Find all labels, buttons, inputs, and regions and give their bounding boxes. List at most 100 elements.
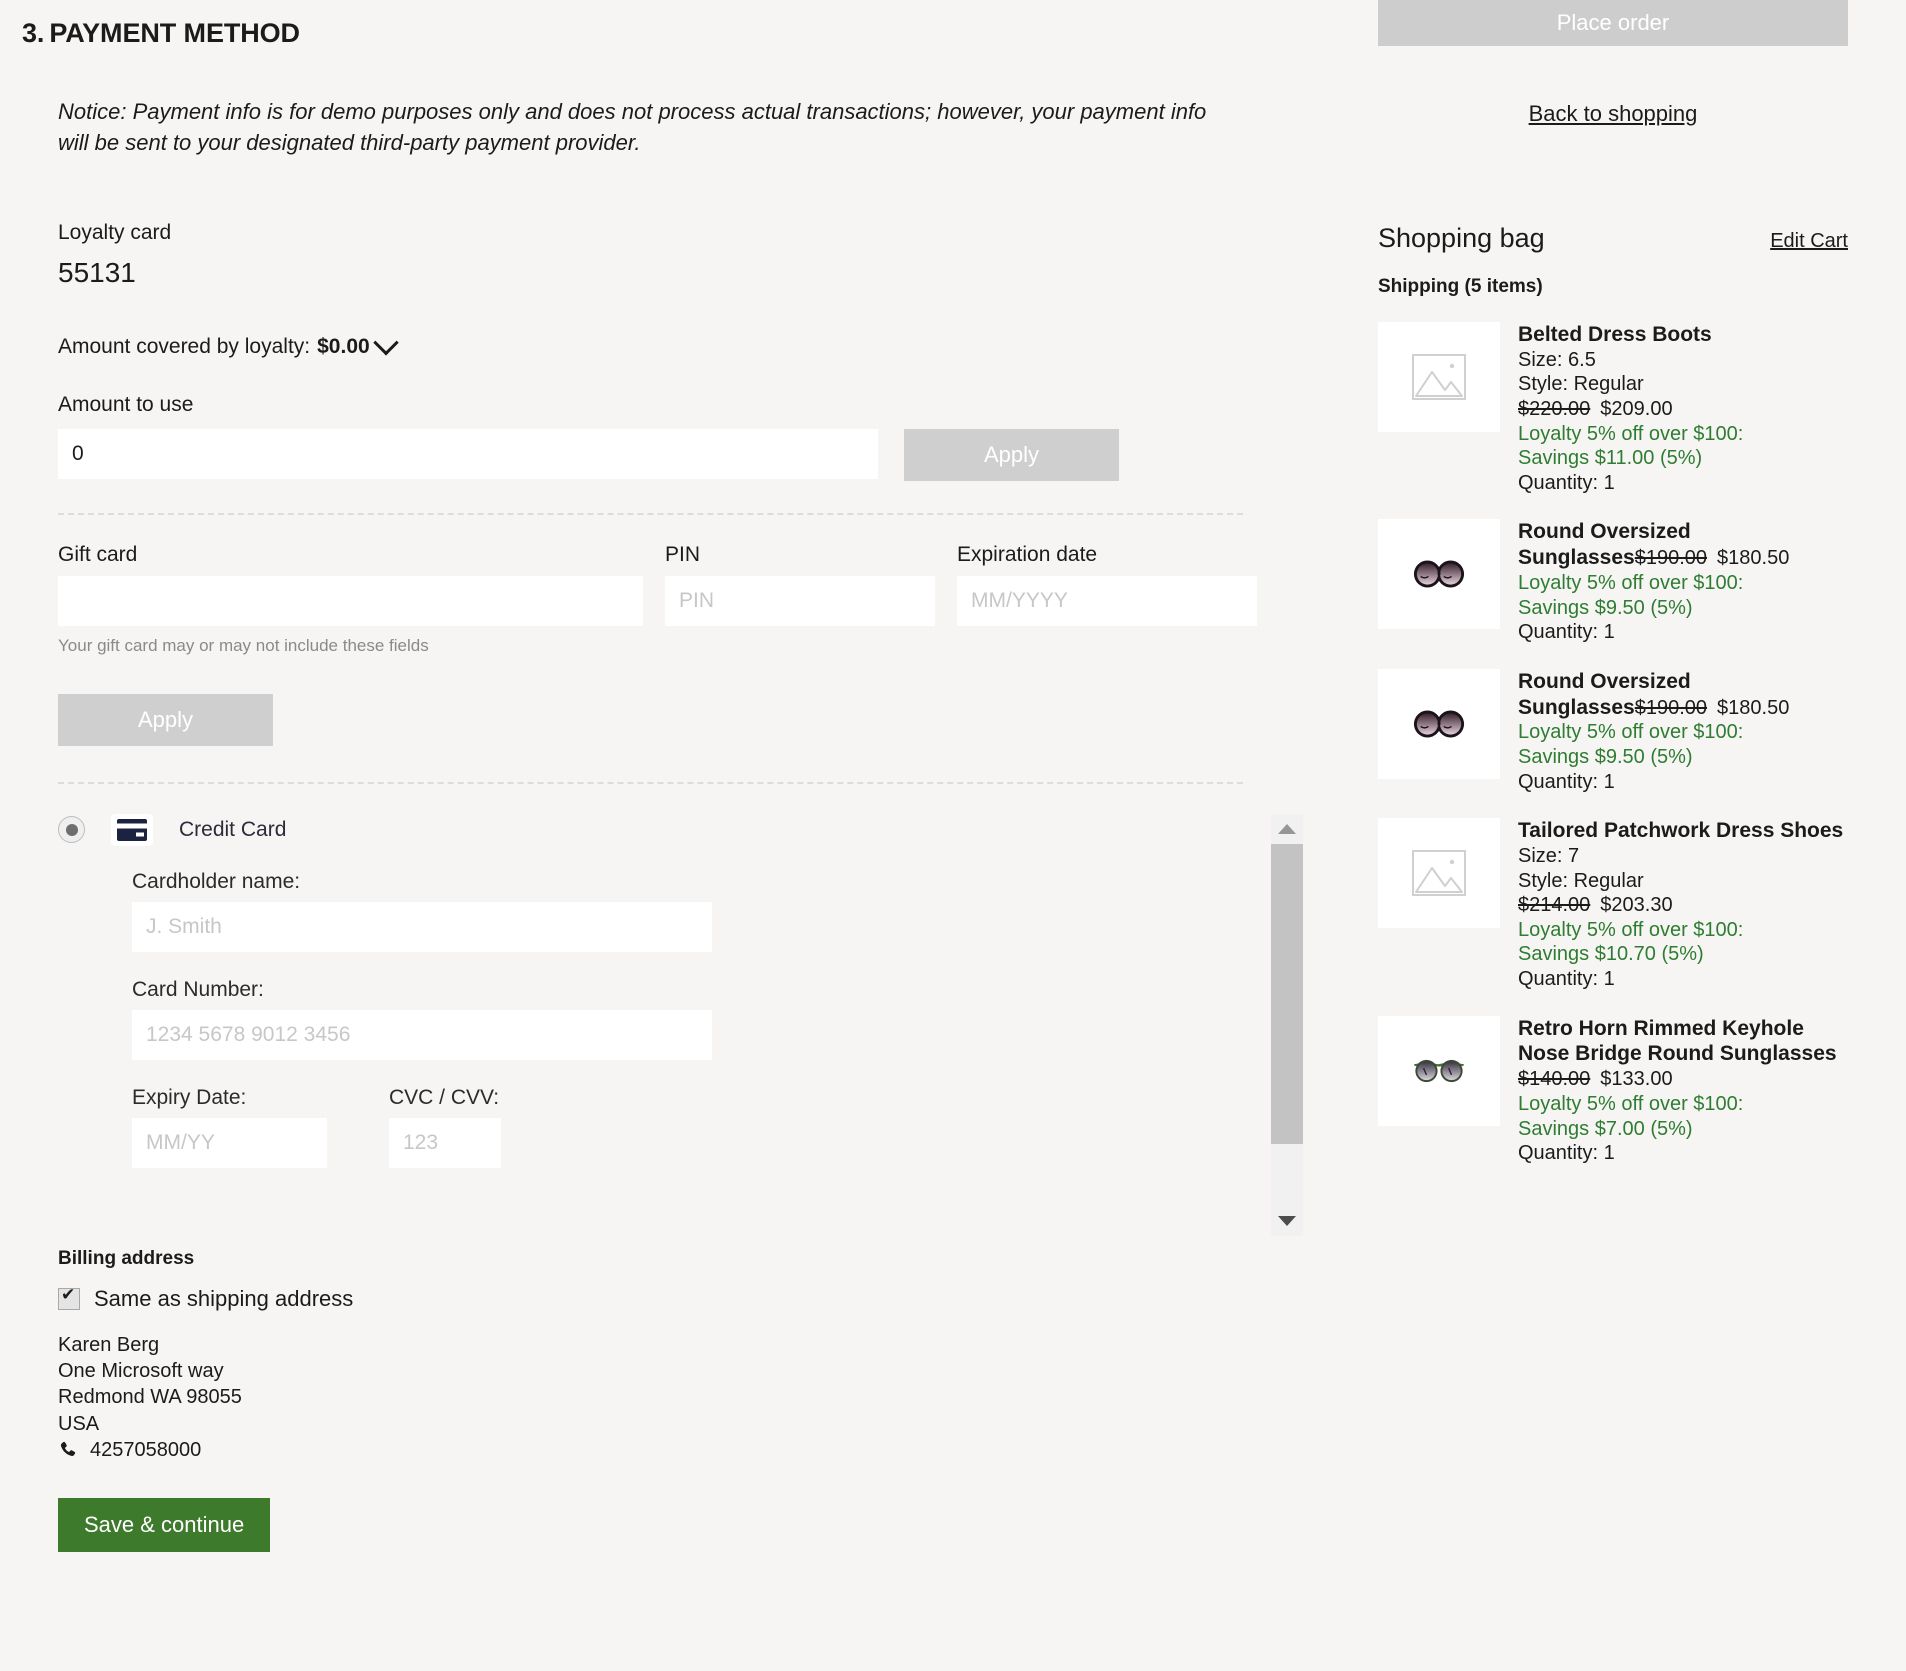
expiry-date-group: Expiry Date:: [132, 1086, 327, 1168]
credit-card-option-label: Credit Card: [179, 818, 286, 842]
scroll-up-arrow-icon[interactable]: [1278, 824, 1296, 834]
cart-item-price-new: $180.50: [1717, 547, 1789, 569]
page-title: 3.PAYMENT METHOD: [0, 0, 1300, 49]
save-and-continue-button[interactable]: Save & continue: [58, 1498, 270, 1552]
amount-covered-label: Amount covered by loyalty:: [58, 335, 310, 359]
billing-phone-row: 4257058000: [58, 1437, 1300, 1463]
same-as-shipping-label: Same as shipping address: [94, 1286, 353, 1312]
loyalty-apply-button[interactable]: Apply: [904, 429, 1119, 481]
section-number: 3.: [22, 18, 44, 48]
card-number-input[interactable]: [132, 1010, 712, 1060]
same-as-shipping-checkbox[interactable]: [58, 1288, 80, 1310]
cart-item: Round Oversized Sunglasses$190.00$180.50…: [1378, 519, 1848, 644]
shopping-bag-header: Shopping bag Edit Cart: [1378, 223, 1848, 254]
cart-item-price-new: $203.30: [1600, 894, 1672, 916]
billing-name: Karen Berg: [58, 1332, 1300, 1358]
expiry-cvc-row: Expiry Date: CVC / CVV:: [132, 1086, 1243, 1168]
shopping-bag-title: Shopping bag: [1378, 223, 1545, 254]
cart-item-price-new: $133.00: [1600, 1068, 1672, 1090]
cvc-label: CVC / CVV:: [389, 1086, 501, 1110]
cart-item-savings-line: Savings $10.70 (5%): [1518, 942, 1843, 967]
cart-item-savings-line: Savings $9.50 (5%): [1518, 745, 1848, 770]
amount-to-use-row: Apply: [58, 429, 1300, 481]
gift-card-apply-button[interactable]: Apply: [58, 694, 273, 746]
billing-address-title: Billing address: [58, 1248, 1300, 1270]
cart-item-price-old: $140.00: [1518, 1068, 1590, 1090]
cart-item-name: Belted Dress Boots: [1518, 322, 1743, 348]
image-placeholder-icon: [1412, 354, 1466, 400]
checkout-payment-page: 3.PAYMENT METHOD Notice: Payment info is…: [0, 0, 1906, 1671]
gift-card-pin-input[interactable]: [665, 576, 935, 626]
place-order-button[interactable]: Place order: [1378, 0, 1848, 46]
cart-item-loyalty-line: Loyalty 5% off over $100:: [1518, 918, 1843, 943]
billing-city-state-zip: Redmond WA 98055: [58, 1384, 1300, 1410]
cart-item-style: Style: Regular: [1518, 869, 1843, 894]
gift-card-input[interactable]: [58, 576, 643, 626]
credit-card-option-row[interactable]: Credit Card: [58, 814, 1243, 846]
amount-covered-value: $0.00: [317, 335, 370, 359]
divider-giftcard-creditcard: [58, 782, 1243, 784]
chevron-down-icon[interactable]: [373, 330, 398, 355]
round-oversized-sunglasses-image: [1412, 551, 1466, 597]
billing-street: One Microsoft way: [58, 1358, 1300, 1384]
back-to-shopping-link[interactable]: Back to shopping: [1378, 101, 1848, 127]
expiry-date-input[interactable]: [132, 1118, 327, 1168]
gift-card-field-group: Gift card: [58, 543, 643, 626]
cart-item-price-row: $220.00$209.00: [1518, 397, 1743, 422]
cart-item-loyalty-line: Loyalty 5% off over $100:: [1518, 720, 1848, 745]
payment-methods-scrollbar[interactable]: [1271, 814, 1303, 1236]
credit-card-radio[interactable]: [58, 816, 85, 843]
cart-item-price-old: $190.00: [1635, 697, 1707, 719]
payment-method-column: 3.PAYMENT METHOD Notice: Payment info is…: [0, 0, 1300, 1552]
payment-notice: Notice: Payment info is for demo purpose…: [58, 97, 1238, 159]
same-as-shipping-row[interactable]: Same as shipping address: [58, 1286, 1300, 1312]
scroll-down-arrow-icon[interactable]: [1278, 1216, 1296, 1226]
cart-items-list: Belted Dress BootsSize: 6.5Style: Regula…: [1378, 322, 1848, 1166]
loyalty-card-label: Loyalty card: [58, 221, 1300, 245]
cart-item-quantity: Quantity: 1: [1518, 471, 1743, 496]
cart-item-info: Round Oversized Sunglasses$190.00$180.50…: [1518, 519, 1848, 644]
gift-card-expiration-label: Expiration date: [957, 543, 1257, 567]
gift-card-pin-group: PIN: [665, 543, 935, 626]
cart-item-quantity: Quantity: 1: [1518, 770, 1848, 795]
cart-item-name-and-price: Round Oversized Sunglasses$190.00$180.50: [1518, 519, 1848, 571]
cart-item-price-row: $214.00$203.30: [1518, 893, 1843, 918]
expiry-date-label: Expiry Date:: [132, 1086, 327, 1110]
shipping-items-count: Shipping (5 items): [1378, 276, 1848, 298]
gift-card-expiration-group: Expiration date: [957, 543, 1257, 626]
cvc-group: CVC / CVV:: [389, 1086, 501, 1168]
cart-item-loyalty-line: Loyalty 5% off over $100:: [1518, 1092, 1848, 1117]
amount-covered-row[interactable]: Amount covered by loyalty: $0.00: [58, 335, 1300, 359]
cart-item-savings-line: Savings $7.00 (5%): [1518, 1117, 1848, 1142]
amount-to-use-input[interactable]: [58, 429, 878, 479]
cvc-input[interactable]: [389, 1118, 501, 1168]
cart-item-name: Retro Horn Rimmed Keyhole Nose Bridge Ro…: [1518, 1016, 1848, 1068]
scrollbar-thumb[interactable]: [1271, 844, 1303, 1144]
cardholder-name-input[interactable]: [132, 902, 712, 952]
cart-item-thumbnail: [1378, 519, 1500, 629]
cart-item-price-new: $180.50: [1717, 697, 1789, 719]
cart-item-thumbnail: [1378, 322, 1500, 432]
order-summary-column: Place order Back to shopping Shopping ba…: [1378, 0, 1848, 1166]
cart-item-quantity: Quantity: 1: [1518, 1141, 1848, 1166]
cart-item-savings-line: Savings $9.50 (5%): [1518, 596, 1848, 621]
cart-item-price-row: $140.00 $133.00: [1518, 1067, 1848, 1092]
loyalty-card-section: Loyalty card 55131 Amount covered by loy…: [58, 221, 1300, 481]
edit-cart-link[interactable]: Edit Cart: [1770, 230, 1848, 253]
cart-item-info: Round Oversized Sunglasses$190.00$180.50…: [1518, 669, 1848, 794]
cart-item-info: Belted Dress BootsSize: 6.5Style: Regula…: [1518, 322, 1743, 495]
cart-item-size: Size: 7: [1518, 844, 1843, 869]
credit-card-icon: [111, 814, 153, 846]
credit-card-section: Credit Card Cardholder name: Card Number…: [58, 814, 1243, 1234]
section-title: PAYMENT METHOD: [49, 18, 300, 48]
gift-card-expiration-input[interactable]: [957, 576, 1257, 626]
gift-card-fields-row: Gift card PIN Expiration date: [58, 543, 1300, 626]
cart-item: Belted Dress BootsSize: 6.5Style: Regula…: [1378, 322, 1848, 495]
billing-address-section: Billing address Same as shipping address…: [58, 1248, 1300, 1552]
cart-item-style: Style: Regular: [1518, 372, 1743, 397]
billing-country: USA: [58, 1411, 1300, 1437]
cart-item-price-old: $220.00: [1518, 398, 1590, 420]
phone-icon: [58, 1440, 78, 1460]
cart-item-info: Retro Horn Rimmed Keyhole Nose Bridge Ro…: [1518, 1016, 1848, 1166]
cart-item-savings-line: Savings $11.00 (5%): [1518, 446, 1743, 471]
